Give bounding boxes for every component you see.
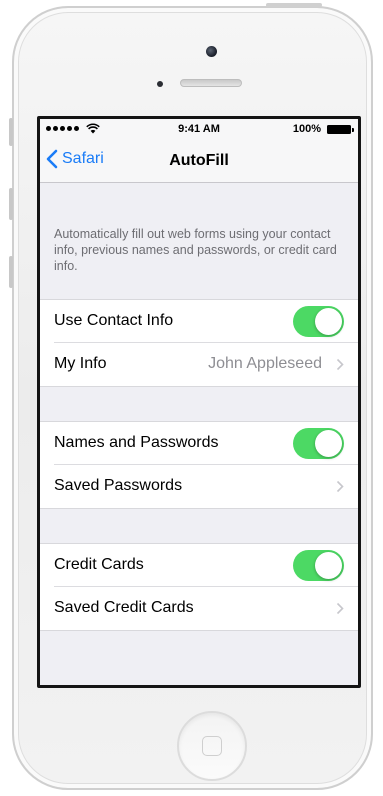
names-and-passwords-toggle[interactable]: [293, 428, 344, 459]
earpiece-speaker: [180, 79, 242, 87]
row-label: Saved Passwords: [54, 477, 183, 494]
names-and-passwords-row: Names and Passwords: [40, 422, 358, 465]
sleep-button: [266, 3, 322, 7]
screen-bezel: 9:41 AM 100% Safari AutoFill Automatical…: [37, 116, 361, 688]
autofill-description: Automatically fill out web forms using y…: [54, 227, 337, 273]
saved-passwords-row[interactable]: Saved Passwords: [40, 464, 358, 508]
credit-cards-row: Credit Cards: [40, 544, 358, 587]
chevron-right-icon: [336, 602, 344, 615]
battery-percentage: 100%: [292, 123, 321, 135]
row-label: Names and Passwords: [54, 434, 219, 451]
page-title: AutoFill: [169, 152, 229, 169]
volume-down-button: [9, 256, 13, 288]
chevron-right-icon: [336, 358, 344, 371]
my-info-value: John Appleseed: [208, 355, 322, 372]
chevron-right-icon: [336, 480, 344, 493]
credit-cards-toggle[interactable]: [293, 550, 344, 581]
navigation-bar: Safari AutoFill: [40, 139, 358, 183]
status-bar: 9:41 AM 100%: [40, 119, 358, 139]
battery-icon: [327, 125, 354, 134]
toggle-knob: [315, 308, 342, 335]
home-button[interactable]: [177, 711, 247, 781]
passwords-group: Names and Passwords Saved Passwords: [40, 421, 358, 509]
row-label: Saved Credit Cards: [54, 599, 194, 616]
autofill-settings-screen: 9:41 AM 100% Safari AutoFill Automatical…: [40, 119, 358, 685]
credit-cards-group: Credit Cards Saved Credit Cards: [40, 543, 358, 631]
row-label: Credit Cards: [54, 556, 144, 573]
saved-credit-cards-row[interactable]: Saved Credit Cards: [40, 586, 358, 630]
contact-info-group: Use Contact Info My Info John Appleseed: [40, 299, 358, 387]
toggle-knob: [315, 430, 342, 457]
proximity-sensor: [157, 81, 163, 87]
mute-switch: [9, 118, 13, 146]
row-label: My Info: [54, 355, 107, 372]
device-mockup: 9:41 AM 100% Safari AutoFill Automatical…: [0, 0, 383, 796]
home-square-icon: [202, 736, 222, 756]
my-info-row[interactable]: My Info John Appleseed: [40, 342, 358, 386]
toggle-knob: [315, 552, 342, 579]
volume-up-button: [9, 188, 13, 220]
use-contact-info-toggle[interactable]: [293, 306, 344, 337]
front-camera: [206, 46, 217, 57]
row-label: Use Contact Info: [54, 312, 174, 329]
use-contact-info-row: Use Contact Info: [40, 300, 358, 343]
